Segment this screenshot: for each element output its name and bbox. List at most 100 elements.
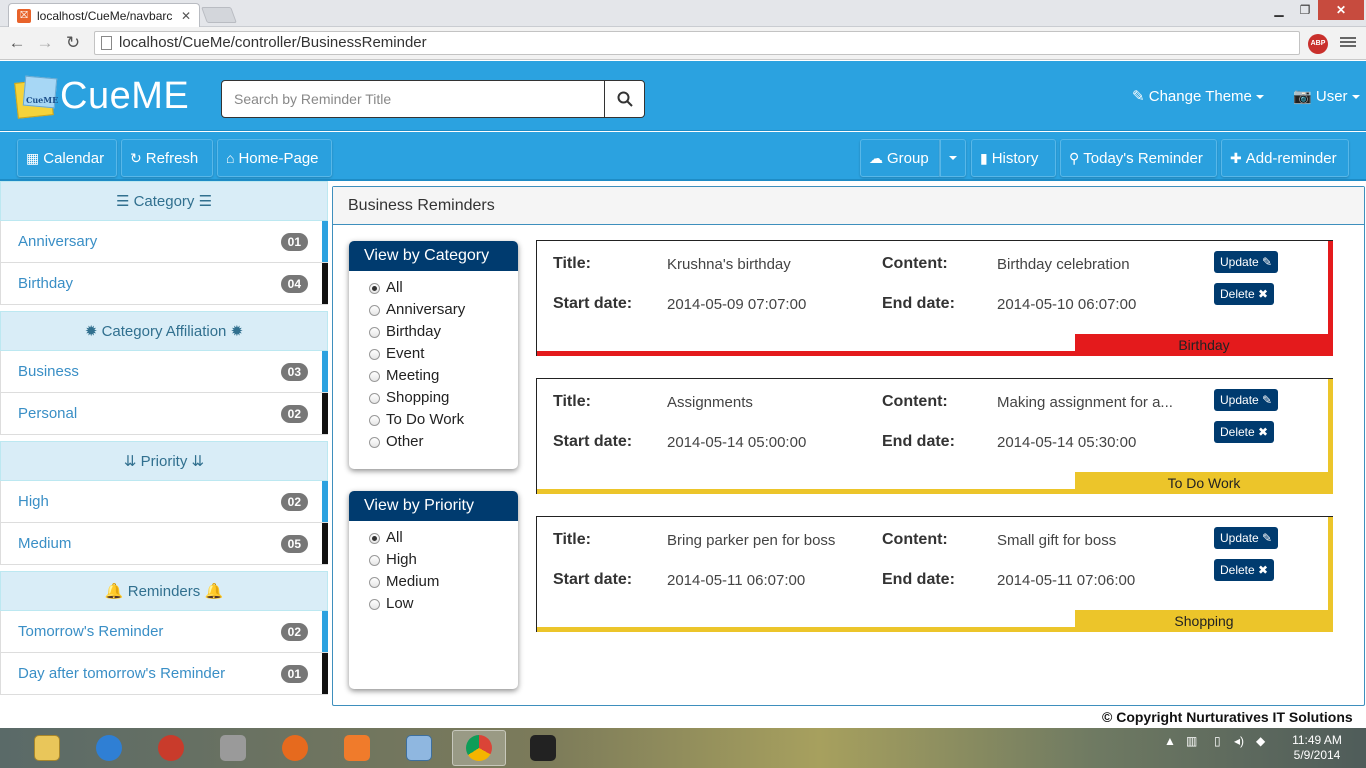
group-dropdown-toggle[interactable]	[940, 139, 966, 177]
change-theme-dropdown[interactable]: ✎ Change Theme	[1132, 87, 1264, 105]
change-theme-label: Change Theme	[1148, 88, 1252, 105]
sidebar-item-tomorrow[interactable]: Tomorrow's Reminder 02	[0, 611, 328, 653]
radio-button[interactable]	[369, 598, 380, 610]
window-close-button[interactable]: ✕	[1318, 0, 1364, 20]
delete-button[interactable]: Delete ✖	[1214, 283, 1275, 305]
virtualbox-icon[interactable]	[392, 730, 446, 766]
radio-button[interactable]	[369, 554, 380, 566]
main-panel: Business Reminders View by Category All …	[332, 186, 1365, 706]
radio-button[interactable]	[369, 370, 380, 382]
sidebar-item-high[interactable]: High 02	[0, 481, 328, 523]
update-button[interactable]: Update ✎	[1214, 389, 1279, 411]
radio-button[interactable]	[369, 392, 380, 404]
ccleaner-icon[interactable]	[144, 730, 198, 766]
firefox-icon[interactable]	[268, 730, 322, 766]
sidebar-item-business[interactable]: Business 03	[0, 351, 328, 393]
option-label: All	[386, 279, 403, 296]
blackberry-icon[interactable]	[516, 730, 570, 766]
battery-icon[interactable]: ▯	[1214, 734, 1221, 748]
brand-title[interactable]: CueME	[60, 75, 189, 118]
priority-option-low[interactable]: Low	[349, 593, 518, 615]
sidebar-item-edge	[322, 221, 328, 262]
calendar-label: Calendar	[43, 150, 105, 167]
category-option-meeting[interactable]: Meeting	[349, 365, 518, 387]
tab-title: localhost/CueMe/navbarc	[37, 8, 173, 23]
add-reminder-button[interactable]: ✚ Add-reminder	[1221, 139, 1349, 177]
home-page-button[interactable]: ⌂ Home-Page	[217, 139, 332, 177]
user-dropdown[interactable]: 📷 User	[1293, 87, 1360, 105]
sidebar-item-edge	[322, 653, 328, 694]
category-option-anniversary[interactable]: Anniversary	[349, 299, 518, 321]
update-button[interactable]: Update ✎	[1214, 527, 1279, 549]
radio-button[interactable]	[369, 304, 380, 316]
radio-button[interactable]	[369, 414, 380, 426]
history-label: History	[991, 150, 1039, 167]
new-tab-button[interactable]	[201, 7, 237, 23]
category-filter-panel: View by Category All Anniversary Birthda…	[349, 241, 518, 469]
dropbox-icon[interactable]: ◆	[1256, 734, 1265, 748]
reminder-title: Bring parker pen for boss	[667, 532, 836, 549]
adblock-plus-icon[interactable]: ABP	[1308, 34, 1328, 54]
internet-explorer-icon[interactable]	[82, 730, 136, 766]
todays-reminder-button[interactable]: ⚲ Today's Reminder	[1060, 139, 1217, 177]
forward-arrow-icon[interactable]: →	[34, 33, 56, 53]
xampp-icon[interactable]	[330, 730, 384, 766]
sidebar-item-medium[interactable]: Medium 05	[0, 523, 328, 565]
priority-section-header: ⇊ Priority ⇊	[0, 441, 328, 481]
priority-option-all[interactable]: All	[349, 527, 518, 549]
panel-title: Business Reminders	[333, 187, 1364, 225]
chrome-icon[interactable]	[452, 730, 506, 766]
reminder-content: Small gift for boss	[997, 532, 1117, 549]
system-clock[interactable]: 11:49 AM 5/9/2014	[1282, 733, 1352, 763]
network-icon[interactable]: ▥	[1186, 734, 1197, 748]
group-button[interactable]: ☁ Group	[860, 139, 940, 177]
sidebar-item-label: Tomorrow's Reminder	[18, 623, 164, 640]
cueme-logo[interactable]: CueME	[14, 75, 58, 119]
sidebar-item-birthday[interactable]: Birthday 04	[0, 263, 328, 305]
browser-menu-icon[interactable]	[1340, 35, 1356, 51]
radio-button[interactable]	[369, 576, 380, 588]
radio-button[interactable]	[369, 282, 380, 294]
category-option-birthday[interactable]: Birthday	[349, 321, 518, 343]
priority-option-high[interactable]: High	[349, 549, 518, 571]
sidebar-item-personal[interactable]: Personal 02	[0, 393, 328, 435]
calendar-button[interactable]: ▦ Calendar	[17, 139, 117, 177]
volume-icon[interactable]: ◂)	[1234, 734, 1244, 748]
radio-button[interactable]	[369, 326, 380, 338]
category-option-all[interactable]: All	[349, 277, 518, 299]
category-option-other[interactable]: Other	[349, 431, 518, 453]
sidebar-item-day-after-tomorrow[interactable]: Day after tomorrow's Reminder 01	[0, 653, 328, 695]
back-arrow-icon[interactable]: ←	[6, 33, 28, 53]
browser-tab[interactable]: ⛝ localhost/CueMe/navbarc ✕	[8, 3, 200, 27]
remote-desktop-icon[interactable]	[206, 730, 260, 766]
caret-down-icon	[1351, 95, 1360, 100]
history-button[interactable]: ▮ History	[971, 139, 1056, 177]
tab-close-icon[interactable]: ✕	[181, 9, 191, 23]
refresh-button[interactable]: ↻ Refresh	[121, 139, 213, 177]
radio-button[interactable]	[369, 532, 380, 544]
radio-button[interactable]	[369, 436, 380, 448]
group-label: Group	[887, 150, 929, 167]
book-icon: ▮	[980, 150, 988, 166]
priority-option-medium[interactable]: Medium	[349, 571, 518, 593]
caret-down-icon	[949, 156, 957, 161]
category-option-event[interactable]: Event	[349, 343, 518, 365]
sidebar-item-anniversary[interactable]: Anniversary 01	[0, 221, 328, 263]
radio-button[interactable]	[369, 348, 380, 360]
window-minimize-button[interactable]: ▁	[1266, 0, 1292, 20]
category-option-shopping[interactable]: Shopping	[349, 387, 518, 409]
address-bar[interactable]: localhost/CueMe/controller/BusinessRemin…	[94, 31, 1300, 55]
update-button[interactable]: Update ✎	[1214, 251, 1279, 273]
reload-icon[interactable]: ↻	[62, 33, 84, 53]
search-input[interactable]	[222, 81, 604, 117]
window-maximize-button[interactable]: ❐	[1292, 0, 1318, 20]
category-option-to-do-work[interactable]: To Do Work	[349, 409, 518, 431]
tray-expand-icon[interactable]: ▲	[1164, 734, 1176, 748]
sidebar-item-label: Personal	[18, 405, 78, 422]
delete-button[interactable]: Delete ✖	[1214, 559, 1275, 581]
end-date-value: 2014-05-10 06:07:00	[997, 296, 1137, 313]
search-button[interactable]	[604, 81, 644, 117]
reminder-card: Shopping Title: Bring parker pen for bos…	[536, 516, 1333, 632]
file-explorer-icon[interactable]	[20, 730, 74, 766]
delete-button[interactable]: Delete ✖	[1214, 421, 1275, 443]
